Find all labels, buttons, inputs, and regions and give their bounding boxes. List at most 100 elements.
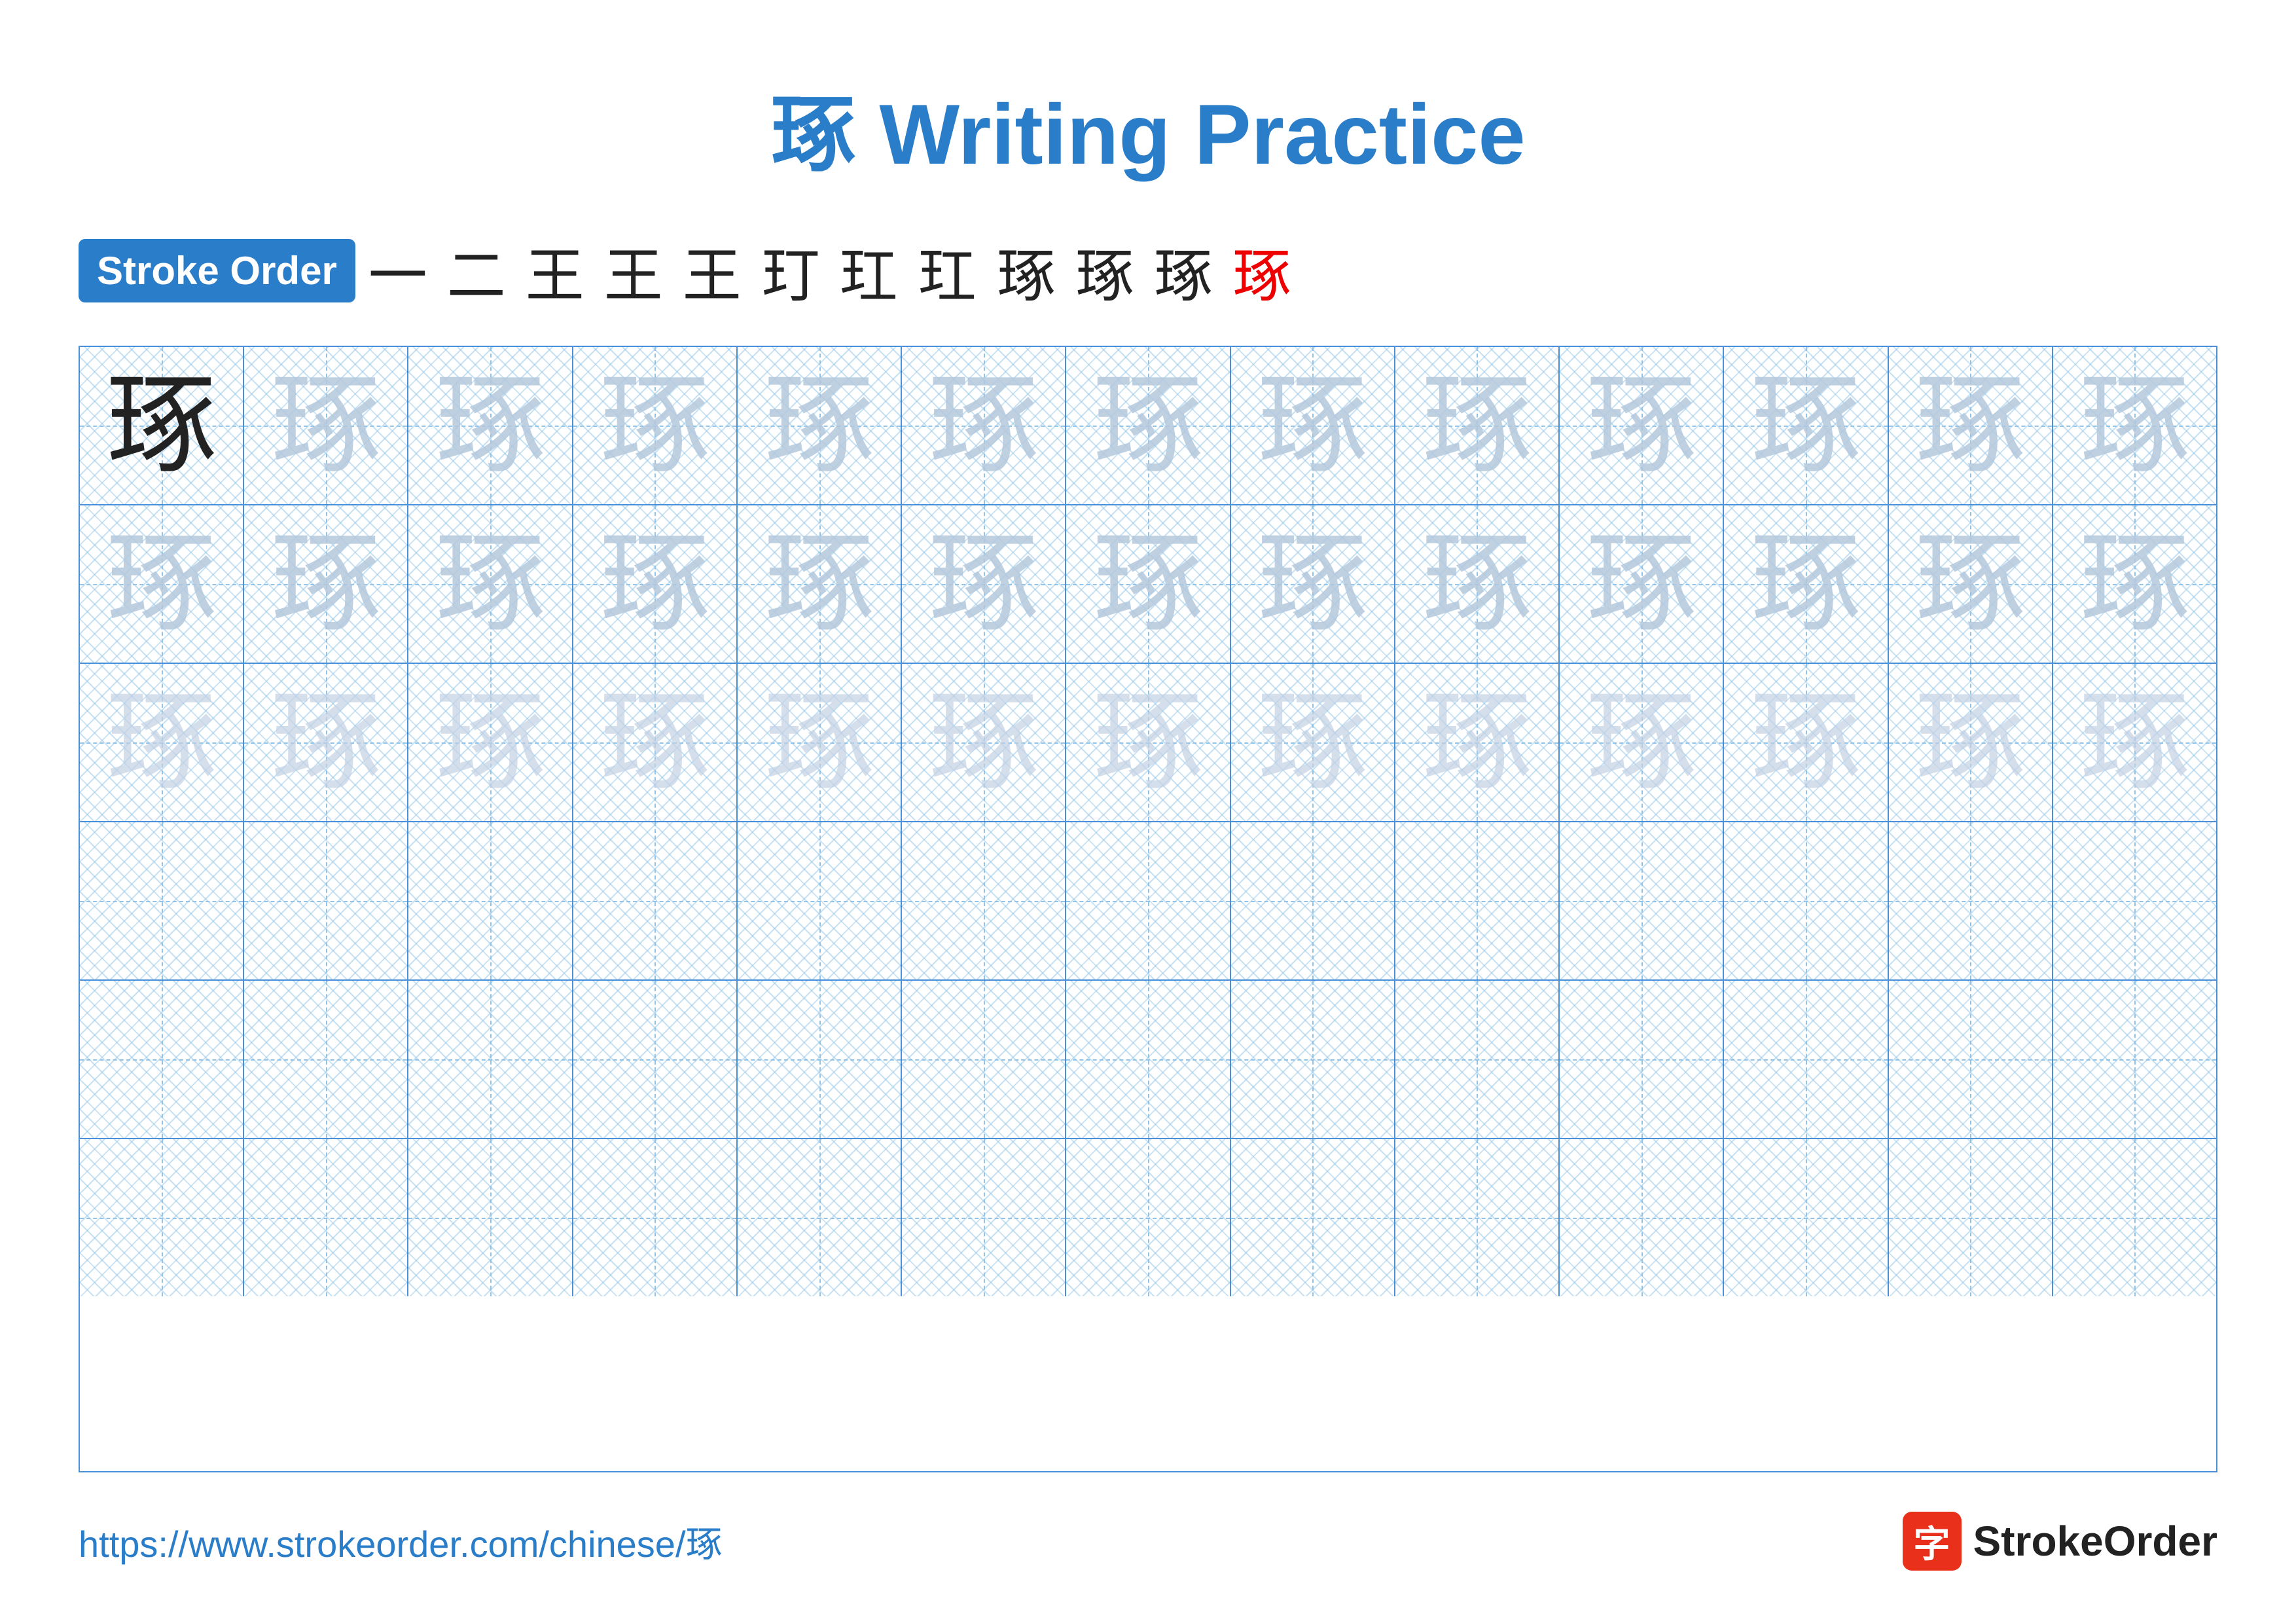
- cell-1-10[interactable]: 琢: [1560, 347, 1724, 504]
- cell-5-5[interactable]: [738, 981, 902, 1138]
- cell-6-8[interactable]: [1231, 1139, 1395, 1296]
- cell-1-7[interactable]: 琢: [1066, 347, 1230, 504]
- footer-url: https://www.strokeorder.com/chinese/琢: [79, 1515, 723, 1568]
- page: 琢 Writing Practice Stroke Order 一 二 王 王 …: [0, 0, 2296, 1623]
- cell-3-11[interactable]: 琢: [1724, 664, 1888, 821]
- cell-2-2[interactable]: 琢: [244, 505, 408, 663]
- cell-3-6[interactable]: 琢: [902, 664, 1066, 821]
- cell-2-10[interactable]: 琢: [1560, 505, 1724, 663]
- stroke-10: 琢: [1075, 228, 1134, 313]
- cell-2-6[interactable]: 琢: [902, 505, 1066, 663]
- cell-2-12[interactable]: 琢: [1889, 505, 2053, 663]
- cell-5-3[interactable]: [408, 981, 573, 1138]
- cell-2-7[interactable]: 琢: [1066, 505, 1230, 663]
- footer-logo: 字 StrokeOrder: [1903, 1512, 2217, 1571]
- cell-2-1[interactable]: 琢: [80, 505, 244, 663]
- stroke-8: 玒: [918, 228, 977, 313]
- cell-6-2[interactable]: [244, 1139, 408, 1296]
- cell-4-4[interactable]: [573, 822, 738, 979]
- cell-5-9[interactable]: [1395, 981, 1560, 1138]
- grid-row-2: 琢 琢 琢 琢 琢 琢 琢 琢 琢 琢 琢 琢 琢: [80, 505, 2216, 664]
- cell-3-1[interactable]: 琢: [80, 664, 244, 821]
- cell-4-11[interactable]: [1724, 822, 1888, 979]
- cell-2-3[interactable]: 琢: [408, 505, 573, 663]
- cell-5-13[interactable]: [2053, 981, 2216, 1138]
- cell-6-3[interactable]: [408, 1139, 573, 1296]
- page-title: 琢 Writing Practice: [770, 65, 1525, 189]
- cell-6-1[interactable]: [80, 1139, 244, 1296]
- cell-1-5[interactable]: 琢: [738, 347, 902, 504]
- cell-1-4[interactable]: 琢: [573, 347, 738, 504]
- cell-1-11[interactable]: 琢: [1724, 347, 1888, 504]
- cell-6-12[interactable]: [1889, 1139, 2053, 1296]
- cell-6-11[interactable]: [1724, 1139, 1888, 1296]
- cell-5-6[interactable]: [902, 981, 1066, 1138]
- stroke-order-row: Stroke Order 一 二 王 王 王 玎 玒 玒 琢 琢 琢 琢: [79, 228, 2217, 313]
- cell-5-1[interactable]: [80, 981, 244, 1138]
- footer: https://www.strokeorder.com/chinese/琢 字 …: [79, 1512, 2217, 1571]
- cell-4-6[interactable]: [902, 822, 1066, 979]
- stroke-2: 二: [447, 228, 506, 313]
- cell-2-4[interactable]: 琢: [573, 505, 738, 663]
- cell-2-9[interactable]: 琢: [1395, 505, 1560, 663]
- stroke-order-badge: Stroke Order: [79, 239, 355, 302]
- cell-6-13[interactable]: [2053, 1139, 2216, 1296]
- cell-5-11[interactable]: [1724, 981, 1888, 1138]
- cell-5-12[interactable]: [1889, 981, 2053, 1138]
- cell-4-10[interactable]: [1560, 822, 1724, 979]
- cell-4-1[interactable]: [80, 822, 244, 979]
- cell-4-5[interactable]: [738, 822, 902, 979]
- cell-4-13[interactable]: [2053, 822, 2216, 979]
- cell-3-8[interactable]: 琢: [1231, 664, 1395, 821]
- cell-6-6[interactable]: [902, 1139, 1066, 1296]
- cell-1-9[interactable]: 琢: [1395, 347, 1560, 504]
- stroke-11: 琢: [1154, 228, 1213, 313]
- cell-1-6[interactable]: 琢: [902, 347, 1066, 504]
- cell-4-7[interactable]: [1066, 822, 1230, 979]
- cell-1-8[interactable]: 琢: [1231, 347, 1395, 504]
- cell-5-8[interactable]: [1231, 981, 1395, 1138]
- stroke-6: 玎: [761, 228, 820, 313]
- cell-3-2[interactable]: 琢: [244, 664, 408, 821]
- stroke-4: 王: [604, 228, 663, 313]
- cell-1-13[interactable]: 琢: [2053, 347, 2216, 504]
- stroke-chars: 一 二 王 王 王 玎 玒 玒 琢 琢 琢 琢: [368, 228, 1291, 313]
- stroke-3: 王: [526, 228, 584, 313]
- cell-3-13[interactable]: 琢: [2053, 664, 2216, 821]
- grid-row-4: [80, 822, 2216, 981]
- cell-3-10[interactable]: 琢: [1560, 664, 1724, 821]
- cell-4-8[interactable]: [1231, 822, 1395, 979]
- cell-5-10[interactable]: [1560, 981, 1724, 1138]
- cell-3-5[interactable]: 琢: [738, 664, 902, 821]
- cell-1-2[interactable]: 琢: [244, 347, 408, 504]
- logo-text: StrokeOrder: [1973, 1517, 2217, 1565]
- cell-1-1[interactable]: 琢: [80, 347, 244, 504]
- cell-6-5[interactable]: [738, 1139, 902, 1296]
- cell-4-12[interactable]: [1889, 822, 2053, 979]
- cell-2-8[interactable]: 琢: [1231, 505, 1395, 663]
- logo-icon: 字: [1903, 1512, 1962, 1571]
- cell-3-7[interactable]: 琢: [1066, 664, 1230, 821]
- cell-6-10[interactable]: [1560, 1139, 1724, 1296]
- cell-3-3[interactable]: 琢: [408, 664, 573, 821]
- cell-6-4[interactable]: [573, 1139, 738, 1296]
- cell-2-13[interactable]: 琢: [2053, 505, 2216, 663]
- cell-3-9[interactable]: 琢: [1395, 664, 1560, 821]
- stroke-9: 琢: [997, 228, 1056, 313]
- cell-1-12[interactable]: 琢: [1889, 347, 2053, 504]
- cell-4-9[interactable]: [1395, 822, 1560, 979]
- cell-2-11[interactable]: 琢: [1724, 505, 1888, 663]
- cell-3-4[interactable]: 琢: [573, 664, 738, 821]
- cell-4-2[interactable]: [244, 822, 408, 979]
- cell-5-7[interactable]: [1066, 981, 1230, 1138]
- practice-grid: 琢 琢 琢 琢 琢 琢 琢 琢 琢 琢 琢 琢 琢 琢 琢 琢 琢 琢 琢 琢 …: [79, 346, 2217, 1472]
- cell-1-3[interactable]: 琢: [408, 347, 573, 504]
- cell-5-4[interactable]: [573, 981, 738, 1138]
- cell-5-2[interactable]: [244, 981, 408, 1138]
- cell-6-9[interactable]: [1395, 1139, 1560, 1296]
- grid-row-1: 琢 琢 琢 琢 琢 琢 琢 琢 琢 琢 琢 琢 琢: [80, 347, 2216, 505]
- cell-4-3[interactable]: [408, 822, 573, 979]
- cell-6-7[interactable]: [1066, 1139, 1230, 1296]
- cell-2-5[interactable]: 琢: [738, 505, 902, 663]
- cell-3-12[interactable]: 琢: [1889, 664, 2053, 821]
